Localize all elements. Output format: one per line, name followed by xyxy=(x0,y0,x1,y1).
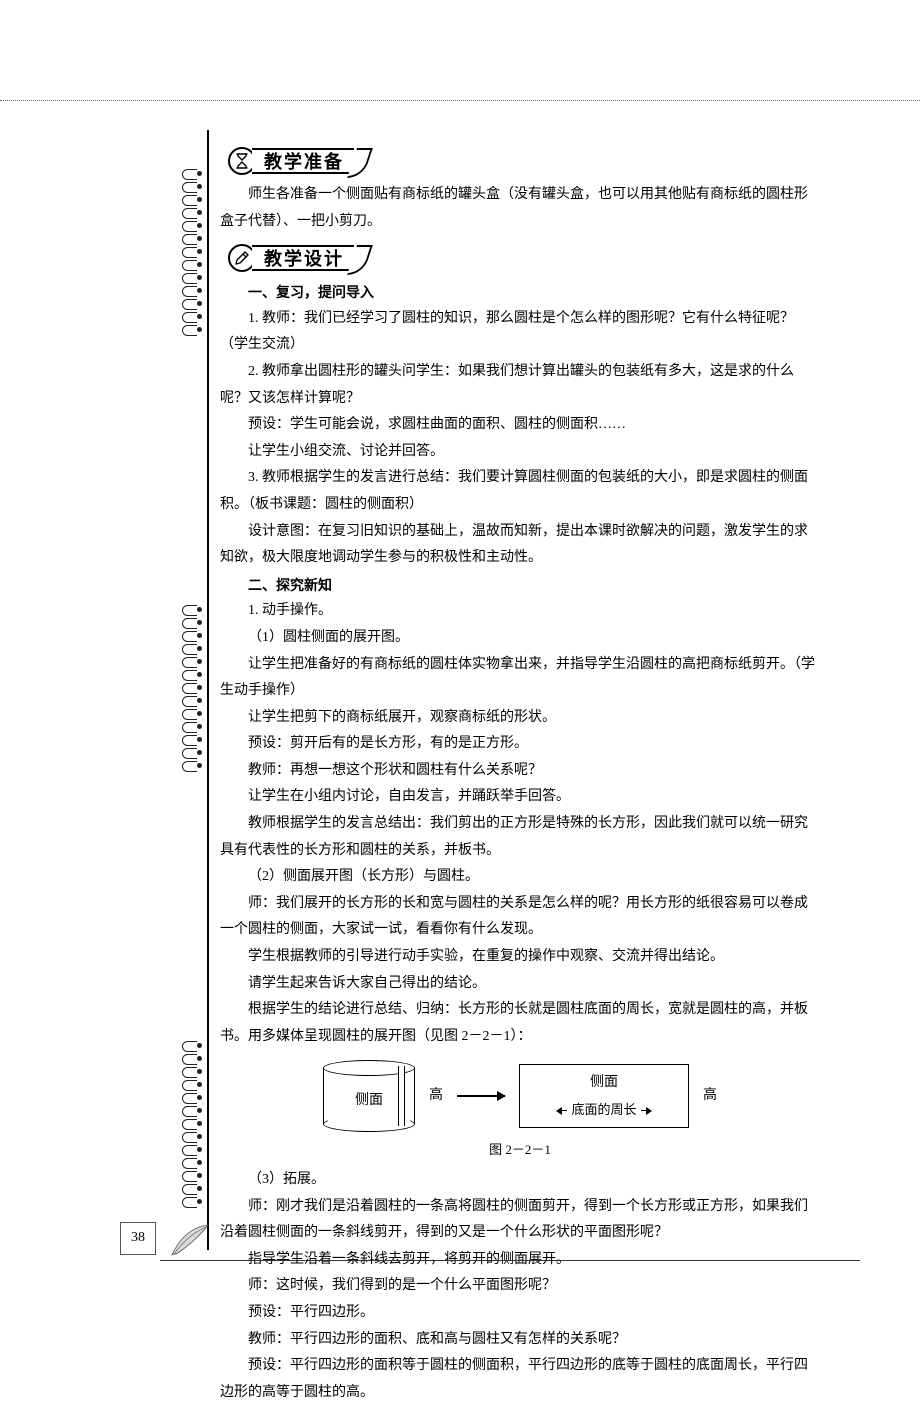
figure-label: 高 xyxy=(703,1083,717,1110)
body-text: （2）侧面展开图（长方形）与圆柱。 xyxy=(220,864,820,891)
body-text: 让学生把剪下的商标纸展开，观察商标纸的形状。 xyxy=(220,705,820,732)
rectangle-diagram: 侧面 底面的周长 xyxy=(519,1064,689,1128)
design-intent: 设计意图：在复习旧知识的基础上，温故而知新，提出本课时欲解决的问题，激发学生的求… xyxy=(220,519,820,572)
figure-label: 侧面 xyxy=(590,1070,618,1097)
figure-label: 侧面 xyxy=(323,1088,415,1115)
body-text: 让学生在小组内讨论，自由发言，并踊跃举手回答。 xyxy=(220,784,820,811)
body-text: 预设：学生可能会说，求圆柱曲面的面积、圆柱的侧面积…… xyxy=(220,412,820,439)
spiral-binding xyxy=(180,1040,202,1207)
spiral-binding xyxy=(180,604,202,771)
body-text: 学生根据教师的引导进行动手实验，在重复的操作中观察、交流并得出结论。 xyxy=(220,944,820,971)
body-text: 教师根据学生的发言总结出：我们剪出的正方形是特殊的长方形，因此我们就可以统一研究… xyxy=(220,811,820,864)
body-text: 2. 教师拿出圆柱形的罐头问学生：如果我们想计算出罐头的包装纸有多大，这是求的什… xyxy=(220,359,820,412)
body-text: 师：刚才我们是沿着圆柱的一条高将圆柱的侧面剪开，得到一个长方形或正方形，如果我们… xyxy=(220,1194,820,1247)
body-text: （3）拓展。 xyxy=(220,1167,820,1194)
body-text: 教师：平行四边形的面积、底和高与圆柱又有怎样的关系呢？ xyxy=(220,1327,820,1354)
footer-rule xyxy=(160,1260,860,1261)
quill-icon xyxy=(168,1221,210,1259)
cylinder-diagram: 侧面 xyxy=(323,1060,415,1132)
body-text: 师：这时候，我们得到的是一个什么平面图形呢？ xyxy=(220,1273,820,1300)
body-text: 预设：剪开后有的是长方形，有的是正方形。 xyxy=(220,731,820,758)
page-content: 教学准备 师生各准备一个侧面贴有商标纸的罐头盒（没有罐头盒，也可以用其他贴有商标… xyxy=(220,138,820,1406)
body-text: 预设：平行四边形。 xyxy=(220,1300,820,1327)
arrow-right-icon xyxy=(641,1110,651,1112)
body-text: 1. 教师：我们已经学习了圆柱的知识，那么圆柱是个怎么样的图形呢？它有什么特征呢… xyxy=(220,306,820,359)
figure-label: 底面的周长 xyxy=(571,1098,636,1123)
section-title: 教学准备 xyxy=(252,148,354,174)
section-header-prep: 教学准备 xyxy=(228,146,820,176)
figure-cylinder-unfold: 侧面 高 侧面 底面的周长 高 图 2－2－1 xyxy=(310,1060,730,1163)
body-text: 师生各准备一个侧面贴有商标纸的罐头盒（没有罐头盒，也可以用其他贴有商标纸的圆柱形… xyxy=(220,182,820,235)
page-number: 38 xyxy=(120,1222,156,1255)
page-footer: 38 xyxy=(120,1222,156,1255)
dotted-divider xyxy=(0,100,920,101)
body-text: （1）圆柱侧面的展开图。 xyxy=(220,625,820,652)
section-title: 教学设计 xyxy=(252,245,354,271)
body-text: 让学生把准备好的有商标纸的圆柱体实物拿出来，并指导学生沿圆柱的高把商标纸剪开。（… xyxy=(220,652,820,705)
arrow-left-icon xyxy=(557,1110,567,1112)
figure-caption: 图 2－2－1 xyxy=(310,1138,730,1163)
subheading: 二、探究新知 xyxy=(220,572,820,599)
body-text: 请学生起来告诉大家自己得出的结论。 xyxy=(220,971,820,998)
section-header-design: 教学设计 xyxy=(228,243,820,273)
figure-label: 高 xyxy=(429,1083,443,1110)
body-text: 师：我们展开的长方形的长和宽与圆柱的关系是怎么样的呢？用长方形的纸很容易可以卷成… xyxy=(220,891,820,944)
body-text: 教师：再想一想这个形状和圆柱有什么关系呢？ xyxy=(220,758,820,785)
body-text: 根据学生的结论进行总结、归纳：长方形的长就是圆柱底面的周长，宽就是圆柱的高，并板… xyxy=(220,997,820,1050)
arrow-icon xyxy=(457,1095,505,1097)
body-text: 让学生小组交流、讨论并回答。 xyxy=(220,439,820,466)
body-text: 1. 动手操作。 xyxy=(220,598,820,625)
body-text: 3. 教师根据学生的发言进行总结：我们要计算圆柱侧面的包装纸的大小，即是求圆柱的… xyxy=(220,465,820,518)
subheading: 一、复习，提问导入 xyxy=(220,279,820,306)
margin-rule xyxy=(207,130,209,1250)
body-text: 预设：平行四边形的面积等于圆柱的侧面积，平行四边形的底等于圆柱的底面周长，平行四… xyxy=(220,1353,820,1406)
spiral-binding xyxy=(180,168,202,335)
